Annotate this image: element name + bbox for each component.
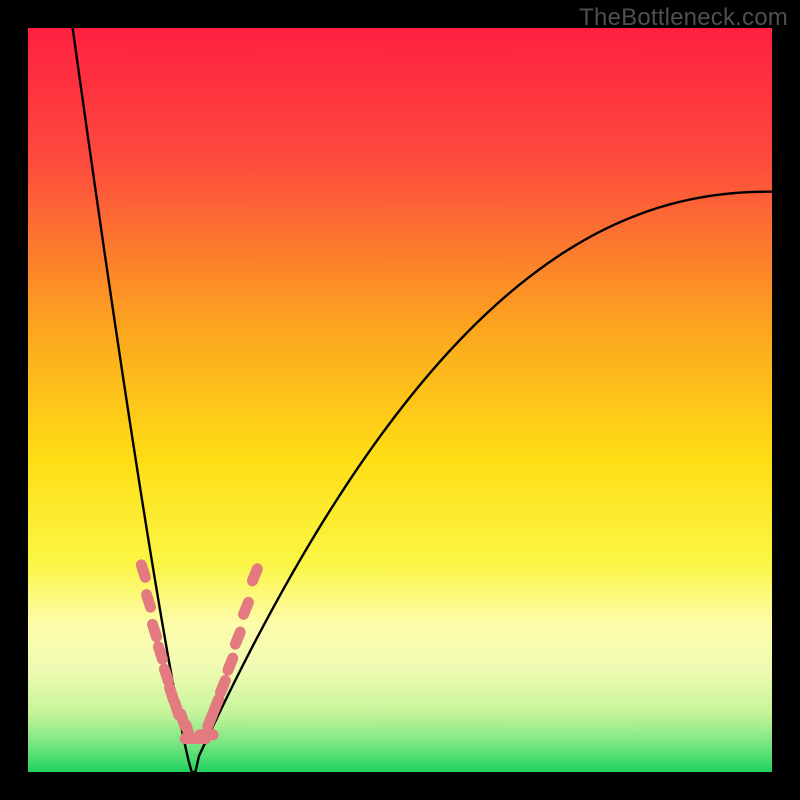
bottleneck-curve <box>73 28 772 772</box>
plot-area <box>28 28 772 772</box>
curve-layer <box>28 28 772 772</box>
data-markers <box>134 558 264 744</box>
watermark-text: TheBottleneck.com <box>579 4 788 32</box>
chart-frame: TheBottleneck.com <box>0 0 800 800</box>
data-marker <box>213 673 232 699</box>
data-marker <box>228 625 247 651</box>
data-marker <box>146 618 164 644</box>
data-marker <box>221 651 240 677</box>
data-marker <box>195 729 219 740</box>
data-marker <box>245 562 264 588</box>
data-marker <box>140 588 158 614</box>
data-marker <box>236 595 255 621</box>
data-marker <box>134 558 152 584</box>
